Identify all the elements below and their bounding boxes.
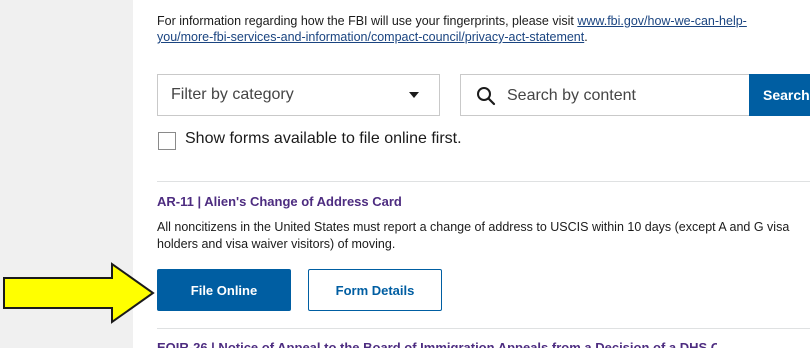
- next-form-title[interactable]: EOIR-26 | Notice of Appeal to the Board …: [157, 340, 717, 348]
- privacy-info-text: For information regarding how the FBI wi…: [157, 14, 578, 28]
- divider: [157, 181, 810, 182]
- search-icon: [477, 87, 496, 106]
- main-content: For information regarding how the FBI wi…: [157, 0, 810, 348]
- form-title[interactable]: AR-11 | Alien's Change of Address Card: [157, 194, 402, 209]
- privacy-info-suffix: .: [584, 30, 588, 44]
- divider: [157, 328, 810, 329]
- online-first-checkbox[interactable]: [158, 132, 176, 150]
- chevron-down-icon: [409, 92, 419, 98]
- arrow-annotation-icon: [3, 262, 155, 324]
- search-field[interactable]: [460, 74, 752, 116]
- form-description: All noncitizens in the United States mus…: [157, 220, 790, 251]
- search-input[interactable]: [505, 83, 739, 109]
- category-filter-select[interactable]: Filter by category: [157, 74, 440, 116]
- category-filter-value: Filter by category: [171, 86, 294, 103]
- online-first-label: Show forms available to file online firs…: [185, 130, 462, 147]
- privacy-info: For information regarding how the FBI wi…: [157, 13, 797, 45]
- search-button[interactable]: Search: [749, 74, 810, 116]
- file-online-button[interactable]: File Online: [157, 269, 291, 311]
- form-details-button[interactable]: Form Details: [308, 269, 442, 311]
